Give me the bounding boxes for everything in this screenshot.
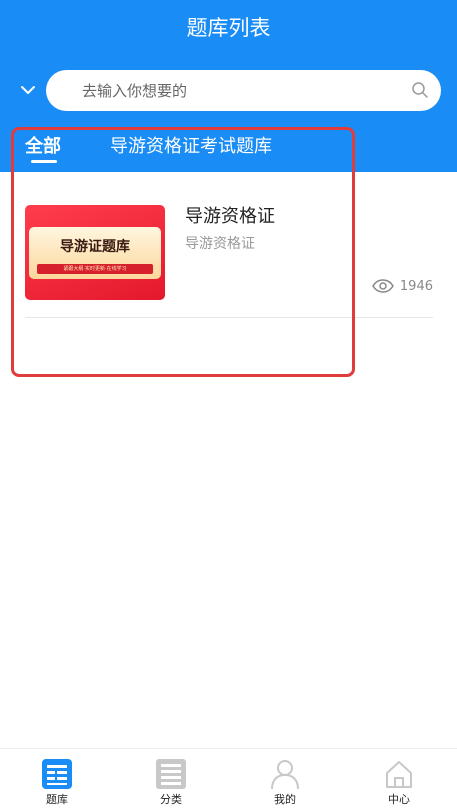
eye-icon [372,279,394,293]
nav-mine[interactable]: 我的 [228,749,342,812]
highlight-box [11,127,355,377]
bottom-navigation: 题库 分类 我的 中心 [0,748,457,812]
nav-mine-label: 我的 [274,793,296,806]
question-bank-icon [42,759,72,789]
search-input[interactable] [82,70,402,111]
user-icon [271,760,299,789]
nav-center[interactable]: 中心 [342,749,456,812]
chevron-down-icon[interactable] [18,82,38,98]
nav-category-label: 分类 [160,793,182,806]
view-count-value: 1946 [399,278,433,294]
search-box[interactable] [46,70,441,111]
nav-center-label: 中心 [388,793,410,806]
nav-question-bank[interactable]: 题库 [0,749,114,812]
view-count: 1946 [372,276,433,296]
home-icon [386,761,412,788]
category-icon [156,759,186,789]
nav-category[interactable]: 分类 [114,749,228,812]
nav-question-bank-label: 题库 [46,793,68,806]
page-title: 题库列表 [186,16,271,40]
search-icon[interactable] [411,81,429,99]
